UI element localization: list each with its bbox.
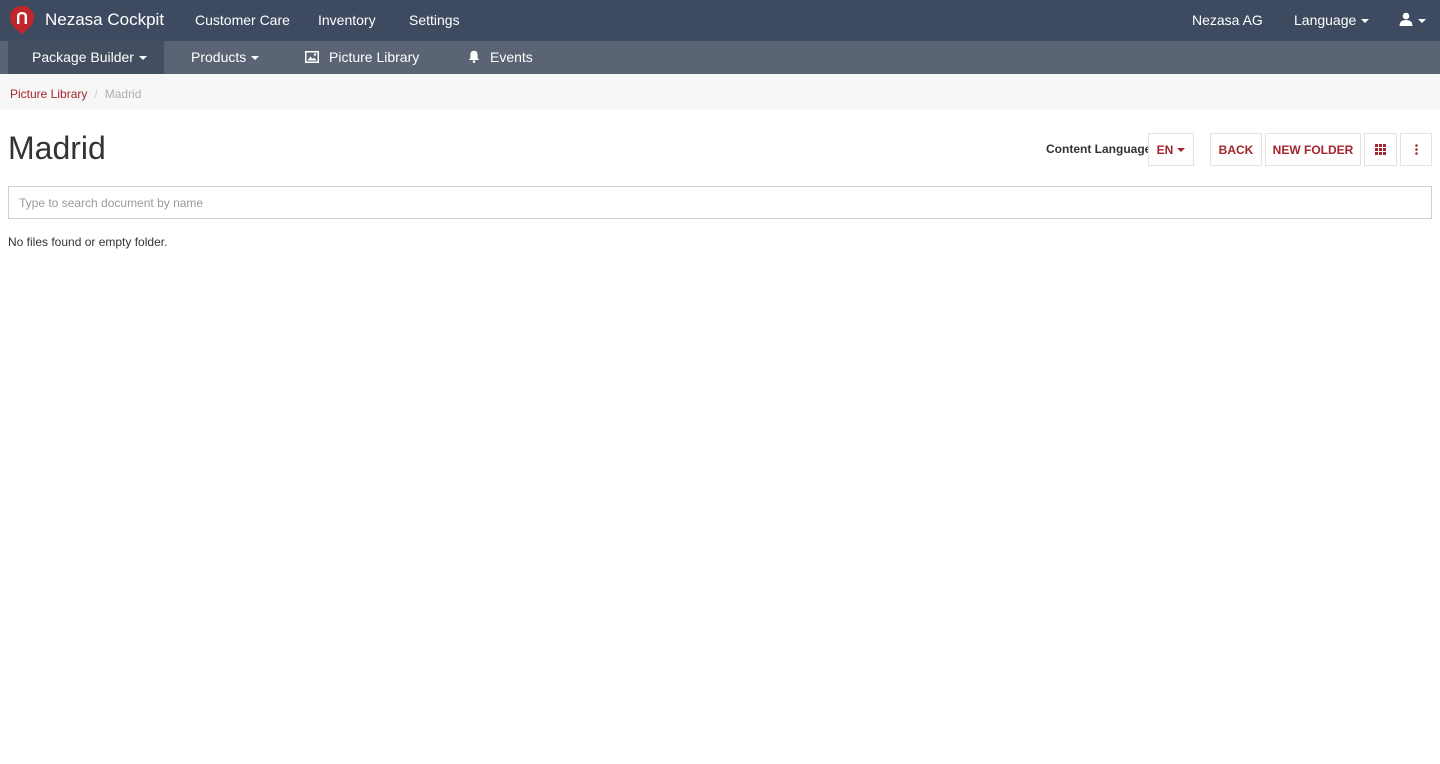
chevron-down-icon	[1361, 19, 1370, 24]
bell-icon	[468, 50, 480, 63]
chevron-down-icon	[251, 56, 260, 61]
user-menu[interactable]	[1399, 0, 1426, 41]
more-vertical-icon	[1414, 144, 1418, 155]
subnav-package-builder-label: Package Builder	[32, 49, 134, 65]
search-input[interactable]	[8, 186, 1432, 219]
app-name: Nezasa Cockpit	[45, 10, 165, 29]
back-button[interactable]: BACK	[1210, 133, 1262, 166]
language-dropdown-label: Language	[1294, 12, 1357, 28]
subnav-events-label: Events	[490, 49, 533, 65]
more-options-button[interactable]	[1400, 133, 1432, 166]
subnav-package-builder[interactable]: Package Builder	[8, 41, 164, 74]
nav-company[interactable]: Nezasa AG	[1192, 0, 1263, 41]
language-dropdown[interactable]: Language	[1294, 0, 1370, 41]
breadcrumb-separator: /	[94, 87, 98, 101]
nav-inventory[interactable]: Inventory	[318, 0, 376, 41]
sub-navbar: Package Builder Products Picture Library…	[0, 41, 1440, 74]
content-language-dropdown[interactable]: EN	[1148, 133, 1194, 166]
new-folder-button[interactable]: NEW FOLDER	[1265, 133, 1361, 166]
nav-settings[interactable]: Settings	[409, 0, 460, 41]
subnav-picture-library-label: Picture Library	[329, 49, 420, 65]
nezasa-logo-icon	[10, 6, 34, 34]
content-language-label: Content Language	[1046, 142, 1152, 156]
empty-folder-message: No files found or empty folder.	[8, 235, 168, 249]
breadcrumb: Picture Library / Madrid	[0, 74, 1440, 109]
grid-view-button[interactable]	[1364, 133, 1397, 166]
nav-customer-care[interactable]: Customer Care	[195, 0, 290, 41]
chevron-down-icon	[138, 56, 147, 61]
chevron-down-icon	[1418, 19, 1426, 24]
subnav-picture-library[interactable]: Picture Library	[305, 41, 419, 74]
subnav-products-label: Products	[191, 49, 247, 65]
picture-icon	[305, 51, 319, 63]
page-title: Madrid	[8, 130, 106, 166]
content-language-value: EN	[1156, 142, 1174, 157]
user-icon	[1399, 12, 1413, 26]
grid-icon	[1375, 144, 1386, 155]
brand[interactable]: Nezasa Cockpit	[8, 4, 164, 36]
subnav-products[interactable]: Products	[191, 41, 260, 74]
breadcrumb-current: Madrid	[104, 87, 142, 101]
subnav-events[interactable]: Events	[468, 41, 533, 74]
breadcrumb-picture-library[interactable]: Picture Library	[10, 87, 87, 101]
chevron-down-icon	[1177, 147, 1186, 152]
top-navbar: Nezasa Cockpit Customer Care Inventory S…	[0, 0, 1440, 41]
